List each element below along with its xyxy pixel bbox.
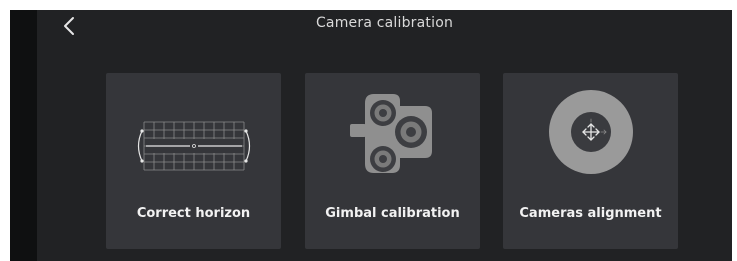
gimbal-calibration-label: Gimbal calibration <box>325 206 460 221</box>
cameras-alignment-card[interactable]: Cameras alignment <box>503 73 678 249</box>
correct-horizon-card[interactable]: Correct horizon <box>106 73 281 249</box>
page-title: Camera calibration <box>315 15 454 31</box>
gimbal-calibration-card[interactable]: Gimbal calibration <box>305 73 480 249</box>
calibration-screen: Camera calibration Correct horizon Gimba… <box>10 10 732 261</box>
left-bezel <box>10 10 37 261</box>
alignment-target-icon <box>549 90 633 174</box>
correct-horizon-label: Correct horizon <box>136 206 251 221</box>
horizon-grid-icon <box>137 121 251 171</box>
gimbal-icon <box>350 94 432 173</box>
cameras-alignment-label: Cameras alignment <box>519 206 662 221</box>
